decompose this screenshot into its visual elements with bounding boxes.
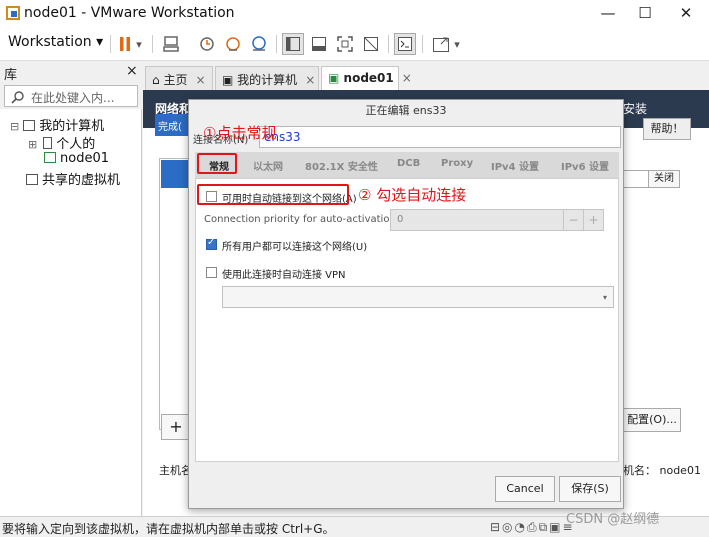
- nm-device-selected[interactable]: [161, 160, 191, 188]
- status-message: 要将输入定向到该虚拟机，请在虚拟机内部单击或按 Ctrl+G。: [2, 522, 335, 536]
- all-users-label: 所有用户都可以连接这个网络(U): [222, 242, 368, 253]
- search-placeholder: 在此处键入内...: [31, 91, 115, 105]
- general-tab-panel: 可用时自动链接到这个网络(A) Connection priority for …: [195, 178, 619, 462]
- edit-connection-dialog: 正在编辑 ens33 连接名称(N) ens33 常规 以太网 802.1X 安…: [188, 99, 624, 509]
- tree-expand-icon[interactable]: ⊞: [28, 138, 37, 151]
- priority-decrement[interactable]: −: [563, 210, 583, 230]
- folder-icon: [43, 137, 53, 149]
- computer-icon: ▣: [222, 73, 234, 87]
- workstation-menu[interactable]: Workstation ▾: [8, 34, 103, 50]
- library-tree: ⊟ 我的计算机 ⊞ 个人的 node01 共享的虚拟机: [0, 109, 142, 516]
- vpn-checkbox[interactable]: [206, 267, 217, 278]
- library-header: 库 ×: [0, 62, 142, 83]
- annotation-step2: ② 勾选自动连接: [358, 186, 467, 204]
- nm-add-button[interactable]: +: [161, 414, 191, 440]
- nm-config-button[interactable]: 配置(O)...: [623, 408, 681, 432]
- library-close-icon[interactable]: ×: [126, 63, 138, 79]
- minimize-button[interactable]: —: [590, 2, 626, 24]
- nm-install-text: 安装: [623, 102, 648, 116]
- tree-collapse-icon[interactable]: ⊟: [10, 120, 19, 133]
- chevron-down-icon: ▾: [602, 293, 607, 302]
- vpn-select[interactable]: ▾: [222, 286, 614, 308]
- tab-home[interactable]: ⌂ 主页 ×: [145, 66, 213, 90]
- tab-close-icon[interactable]: ×: [305, 73, 315, 87]
- tab-close-icon[interactable]: ×: [195, 73, 205, 87]
- stretch-icon[interactable]: [430, 33, 452, 55]
- toolbar: Workstation ▾ ▾ ▾: [0, 27, 709, 61]
- tab-my-computer[interactable]: ▣ 我的计算机 ×: [215, 66, 319, 90]
- console-view-icon[interactable]: [308, 33, 330, 55]
- tab-ethernet[interactable]: 以太网: [253, 158, 283, 173]
- vpn-label: 使用此连接时自动连接 VPN: [222, 270, 346, 281]
- tab-node01[interactable]: ▣ node01 ×: [321, 66, 412, 90]
- tree-item-my-computer[interactable]: ⊟ 我的计算机: [10, 115, 104, 134]
- shared-vm-icon: [26, 174, 38, 185]
- nm-hostname: 机名： node01: [623, 464, 701, 477]
- vm-running-icon: [44, 152, 56, 163]
- nm-close-button[interactable]: 关闭: [648, 170, 680, 188]
- vm-icon: ▣: [328, 71, 340, 85]
- watermark: CSDN @赵纲德: [566, 512, 660, 527]
- library-title: 库: [4, 68, 18, 83]
- send-keys-icon[interactable]: [160, 33, 182, 55]
- tab-ipv4-settings[interactable]: IPv4 设置: [491, 158, 539, 173]
- settings-tabs: 常规 以太网 802.1X 安全性 DCB Proxy IPv4 设置 IPv6…: [195, 152, 619, 178]
- revert-snapshot-icon[interactable]: [222, 33, 244, 55]
- tab-dcb[interactable]: DCB: [397, 158, 420, 169]
- vmware-app-icon: [6, 6, 20, 20]
- pause-dropdown-icon[interactable]: ▾: [132, 33, 146, 55]
- tab-close-icon[interactable]: ×: [402, 71, 412, 85]
- full-screen-icon[interactable]: [334, 33, 356, 55]
- console-icon[interactable]: [394, 33, 416, 55]
- home-icon: ⌂: [152, 73, 160, 87]
- tab-proxy[interactable]: Proxy: [441, 158, 473, 169]
- tree-item-node01[interactable]: node01: [44, 151, 109, 166]
- annotation-box-auto-connect: [197, 184, 349, 205]
- priority-spinner[interactable]: 0 − +: [390, 209, 604, 231]
- stretch-dropdown-icon[interactable]: ▾: [450, 33, 464, 55]
- tree-item-shared-vms[interactable]: 共享的虚拟机: [26, 169, 120, 188]
- save-button[interactable]: 保存(S): [559, 476, 621, 502]
- snapshot-icon[interactable]: [196, 33, 218, 55]
- all-users-checkbox[interactable]: [206, 237, 217, 250]
- unity-icon[interactable]: [360, 33, 382, 55]
- nm-help-button[interactable]: 帮助！: [643, 118, 691, 140]
- title-bar: node01 - VMware Workstation — ☐ ✕: [0, 0, 709, 27]
- cancel-button[interactable]: Cancel: [495, 476, 555, 502]
- dialog-title: 正在编辑 ens33: [365, 104, 447, 117]
- annotation-box-general-tab: [197, 153, 237, 174]
- nm-search-field[interactable]: [621, 170, 649, 188]
- tree-item-personal[interactable]: ⊞ 个人的: [28, 133, 95, 152]
- close-button[interactable]: ✕: [668, 2, 704, 24]
- computer-icon: [23, 120, 36, 131]
- library-search-input[interactable]: 在此处键入内...: [4, 85, 138, 107]
- priority-increment[interactable]: +: [583, 210, 603, 230]
- snapshot-manager-icon[interactable]: [248, 33, 270, 55]
- tab-ipv6-settings[interactable]: IPv6 设置: [561, 158, 609, 173]
- tab-8021x-security[interactable]: 802.1X 安全性: [305, 158, 378, 173]
- maximize-button[interactable]: ☐: [627, 2, 663, 24]
- device-status-icons[interactable]: ⊟◎◔⎙⧉▣≡: [490, 520, 575, 535]
- connection-name-input[interactable]: ens33: [259, 126, 621, 148]
- priority-label: Connection priority for auto-activation:: [204, 214, 400, 225]
- annotation-step1: ①点击常规: [203, 124, 277, 142]
- window-title: node01 - VMware Workstation: [24, 5, 235, 21]
- library-view-icon[interactable]: [282, 33, 304, 55]
- search-icon: [11, 91, 24, 104]
- tab-bar: ⌂ 主页 × ▣ 我的计算机 × ▣ node01 ×: [143, 62, 709, 90]
